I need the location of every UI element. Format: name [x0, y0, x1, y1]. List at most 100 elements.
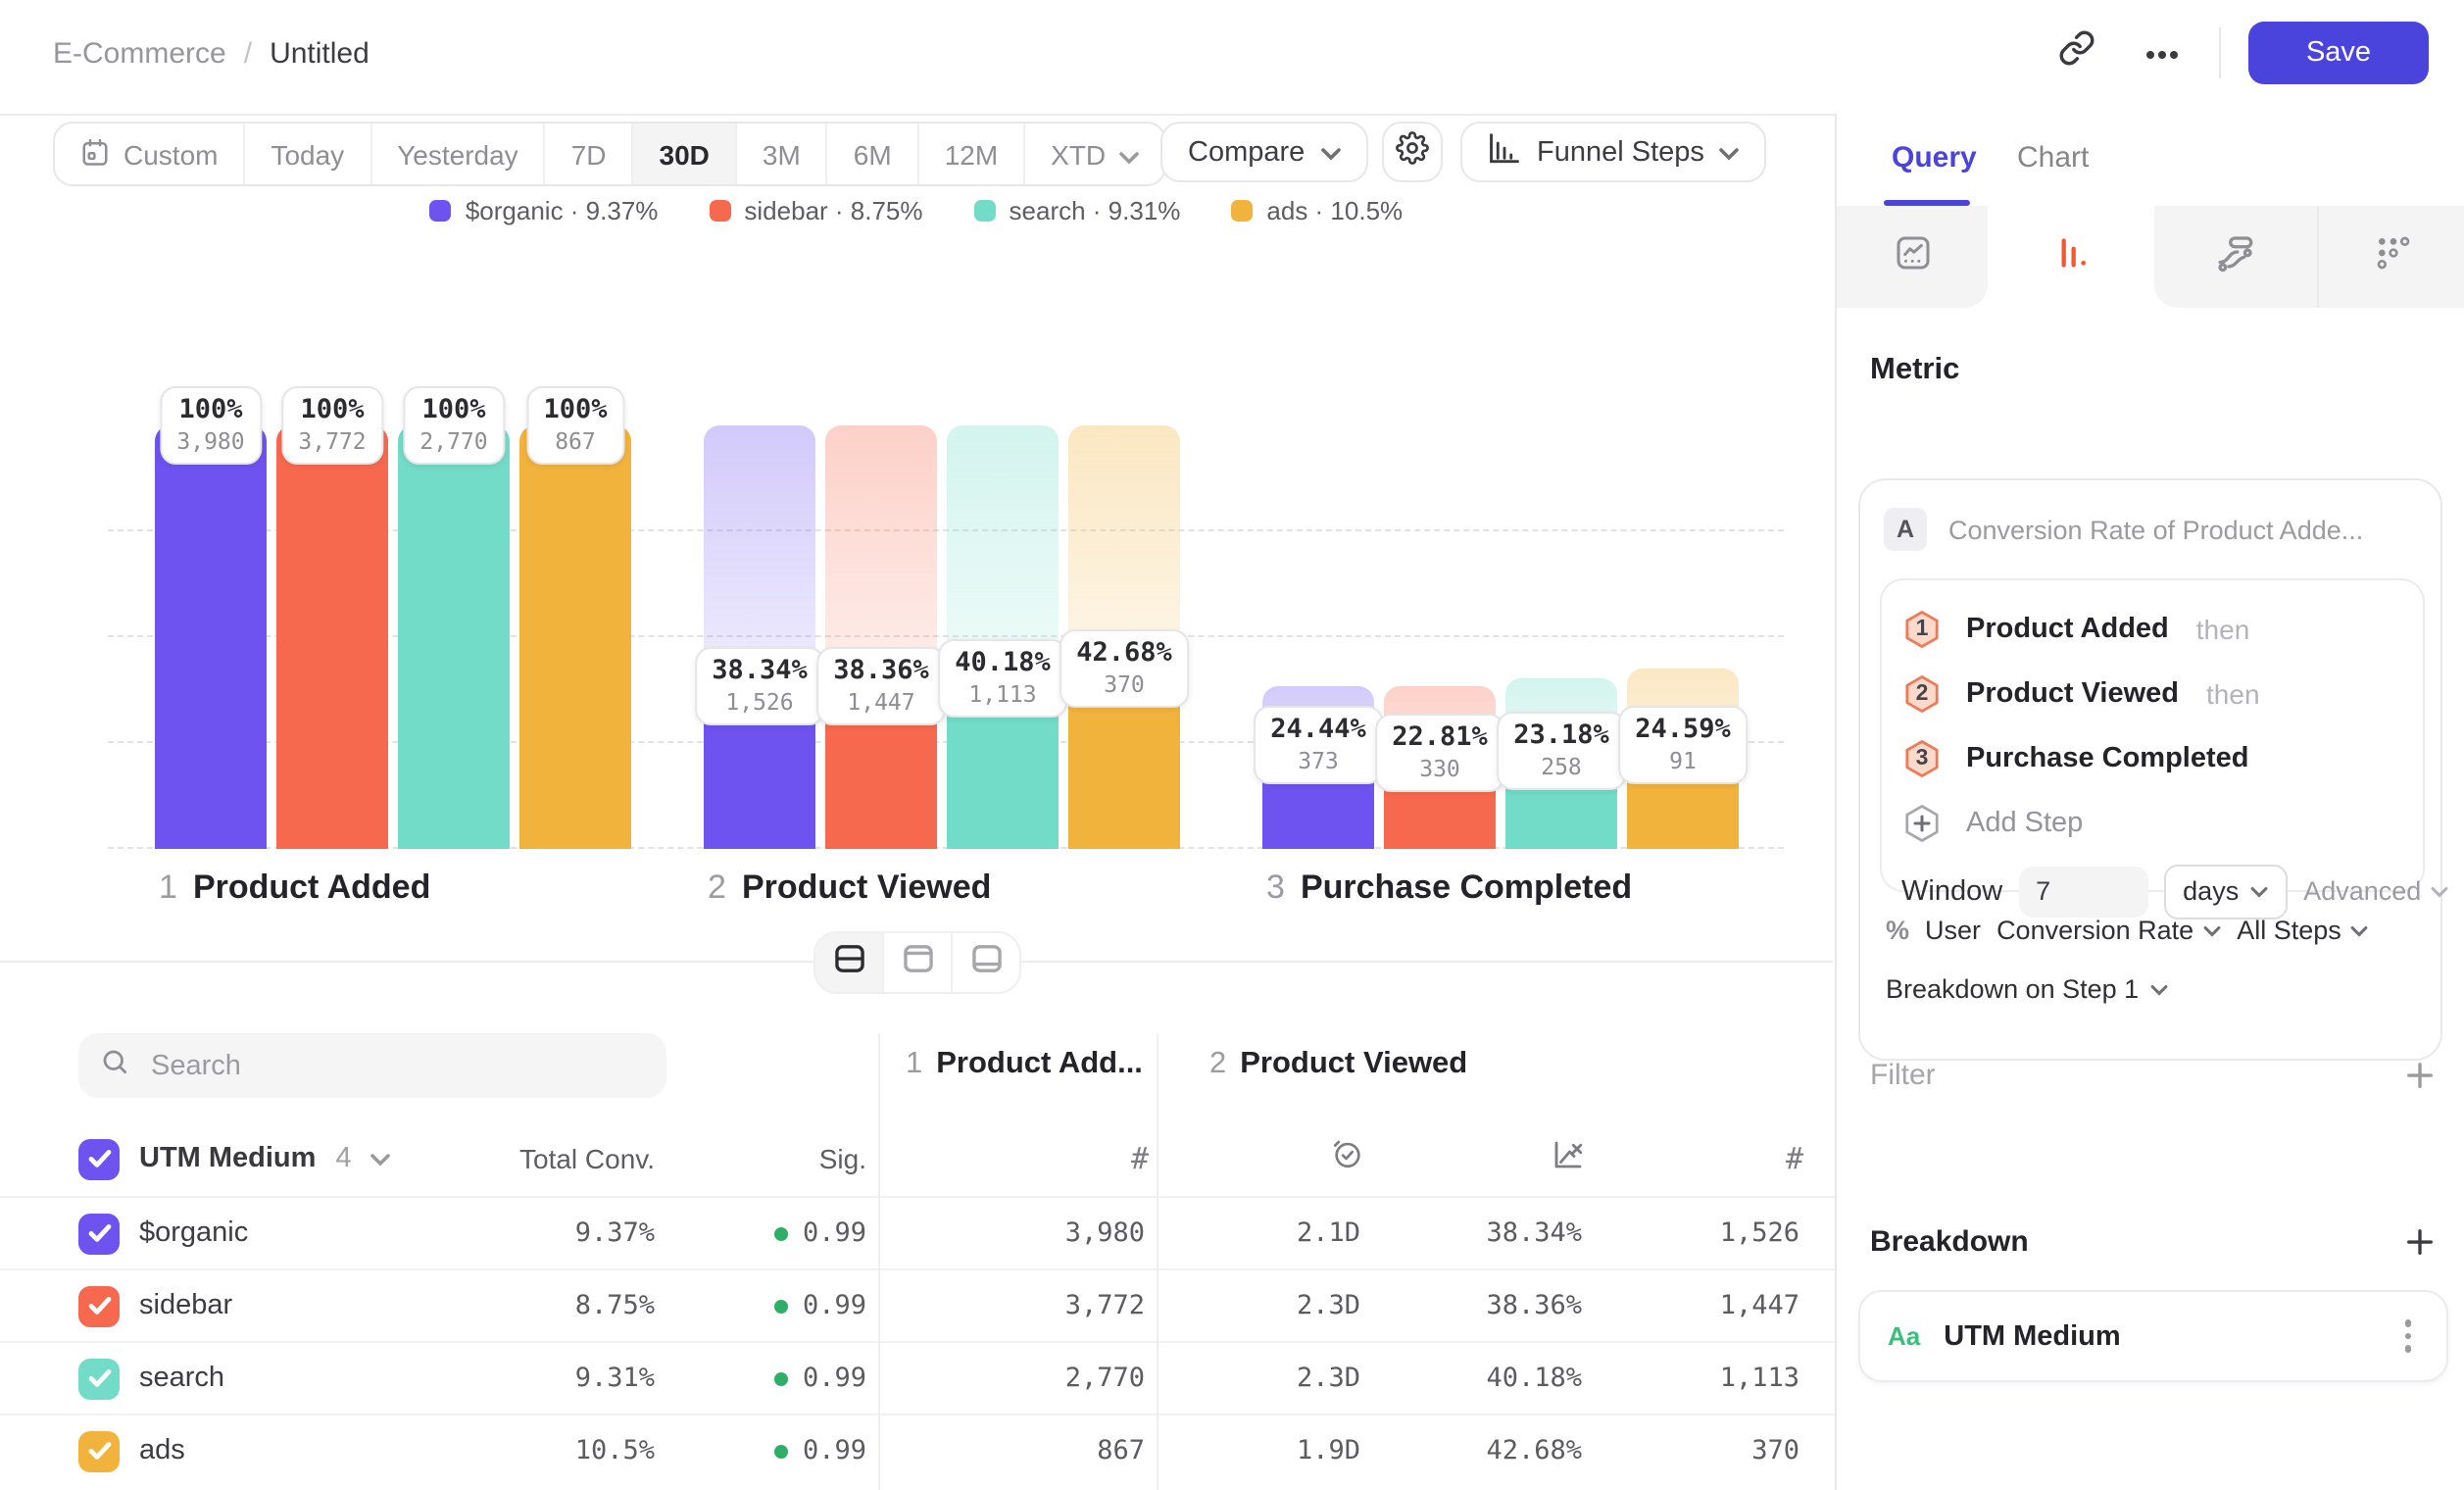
date-range-custom[interactable]: Custom: [55, 124, 245, 184]
chart-type-funnel-tab[interactable]: [1988, 206, 2154, 308]
save-button[interactable]: Save: [2248, 22, 2429, 84]
row-checkbox[interactable]: [78, 1358, 120, 1399]
step2-count-column-header[interactable]: #: [1594, 1141, 1811, 1176]
date-range-6m[interactable]: 6M: [828, 124, 919, 184]
metric-title-row[interactable]: A Conversion Rate of Product Adde...: [1884, 508, 2421, 551]
date-range-label: Custom: [123, 138, 218, 170]
chart-settings-button[interactable]: [1382, 122, 1443, 182]
table-row-search[interactable]: search9.31%0.992,7702.3D40.18%1,113: [0, 1341, 1852, 1414]
bar-organic-step2[interactable]: 38.34%1,526: [704, 425, 815, 849]
breakdown-step-select[interactable]: Breakdown on Step 1: [1886, 974, 2168, 1004]
advanced-toggle[interactable]: Advanced: [2303, 876, 2448, 906]
table-rows: $organic9.37%0.993,9802.1D38.34%1,526sid…: [0, 1196, 1852, 1486]
table-search[interactable]: [78, 1033, 666, 1098]
sig-column-header[interactable]: Sig.: [666, 1143, 878, 1174]
step-axis-label: 2Product Viewed: [708, 869, 991, 908]
funnel-step-2[interactable]: 2 Product Viewed then: [1901, 661, 2403, 725]
table-row-organic[interactable]: $organic9.37%0.993,9802.1D38.34%1,526: [0, 1196, 1852, 1268]
bar-sidebar-step1[interactable]: 100%3,772: [276, 425, 388, 849]
breakdown-property-card[interactable]: Aa UTM Medium: [1858, 1290, 2448, 1382]
legend-item-organic[interactable]: $organic · 9.37%: [430, 196, 659, 225]
bar-search-step1[interactable]: 100%2,770: [398, 425, 510, 849]
avg-time-column-header[interactable]: [1157, 1137, 1372, 1180]
select-all-checkbox[interactable]: [78, 1138, 120, 1179]
legend-item-sidebar[interactable]: sidebar · 8.75%: [709, 196, 922, 225]
bar-solid: [276, 425, 388, 849]
date-range-yesterday[interactable]: Yesterday: [371, 124, 546, 184]
date-range-12m[interactable]: 12M: [919, 124, 1025, 184]
cell-conv-pct: 42.68%: [1372, 1435, 1594, 1466]
row-checkbox[interactable]: [78, 1285, 120, 1326]
conversion-pct-column-header[interactable]: [1372, 1136, 1594, 1181]
funnel-step-3[interactable]: 3 Purchase Completed: [1901, 725, 2403, 790]
search-input[interactable]: [147, 1048, 645, 1083]
step1-count-column-header[interactable]: #: [878, 1141, 1157, 1176]
row-checkbox[interactable]: [78, 1213, 120, 1254]
tab-chart[interactable]: Chart: [2017, 141, 2089, 174]
measurement-row: % User Conversion Rate All Steps: [1886, 916, 2369, 945]
bar-ads-step2[interactable]: 42.68%370: [1068, 425, 1180, 849]
bar-ads-step1[interactable]: 100%867: [519, 425, 631, 849]
table-group-header-step1: 1Product Add...: [906, 1047, 1143, 1082]
compare-button[interactable]: Compare: [1160, 122, 1367, 182]
legend-item-ads[interactable]: ads · 10.5%: [1231, 196, 1403, 225]
cell-total-conv: 9.37%: [510, 1217, 666, 1249]
cell-conv-pct: 38.34%: [1372, 1217, 1594, 1249]
total-conv-column-header[interactable]: Total Conv.: [510, 1143, 666, 1174]
chart-type-retention-tab[interactable]: [2319, 206, 2464, 308]
clock-check-icon: [1331, 1137, 1364, 1180]
tab-query[interactable]: Query: [1892, 141, 1977, 174]
layout-chart-button[interactable]: [884, 933, 953, 992]
bar-ads-step3[interactable]: 24.59%91: [1627, 425, 1739, 849]
legend-label: ads · 10.5%: [1266, 196, 1403, 225]
bar-solid: [398, 425, 510, 849]
window-value-input[interactable]: [2018, 866, 2147, 917]
measure-metric-select[interactable]: Conversion Rate: [1996, 916, 2221, 945]
chevron-down-icon[interactable]: [371, 1143, 391, 1174]
breakdown-column-header[interactable]: UTM Medium: [139, 1143, 316, 1174]
bar-search-step2[interactable]: 40.18%1,113: [947, 425, 1059, 849]
bar-search-step3[interactable]: 23.18%258: [1505, 425, 1617, 849]
chart-type-line-tab[interactable]: [1837, 206, 1988, 308]
topbar-divider: [2219, 27, 2221, 78]
cell-step2-count: 370: [1594, 1435, 1811, 1466]
bar-value-label: 22.81%330: [1374, 713, 1505, 791]
bar-sidebar-step3[interactable]: 22.81%330: [1384, 425, 1496, 849]
add-step-button[interactable]: Add Step: [1901, 790, 2403, 855]
add-filter-button[interactable]: [2405, 1061, 2435, 1090]
app-window: E-Commerce / Untitled Save: [0, 0, 2464, 1490]
breadcrumb-project[interactable]: E-Commerce: [53, 37, 226, 71]
date-range-xtd[interactable]: XTD: [1025, 124, 1164, 184]
link-icon: [2057, 29, 2094, 76]
measure-user[interactable]: User: [1925, 916, 1981, 945]
measure-scope-select[interactable]: All Steps: [2237, 916, 2369, 945]
date-range-7d[interactable]: 7D: [546, 124, 634, 184]
legend-item-search[interactable]: search · 9.31%: [974, 196, 1181, 225]
layout-split-button[interactable]: [815, 933, 884, 992]
kebab-menu-icon[interactable]: [2396, 1313, 2419, 1361]
table-row-ads[interactable]: ads10.5%0.998671.9D42.68%370: [0, 1414, 1852, 1486]
metric-heading: Metric: [1870, 353, 1959, 388]
bar-organic-step1[interactable]: 100%3,980: [155, 425, 267, 849]
sig-dot-icon: [775, 1444, 789, 1458]
step-number-badge: 3: [1901, 735, 1943, 780]
breadcrumb-title[interactable]: Untitled: [270, 37, 370, 71]
add-step-icon: [1901, 800, 1943, 845]
chart-view-selector[interactable]: Funnel Steps: [1460, 122, 1767, 182]
chevron-down-icon: [1320, 136, 1340, 168]
date-range-today[interactable]: Today: [245, 124, 371, 184]
window-unit-select[interactable]: days: [2163, 864, 2288, 919]
bar-organic-step3[interactable]: 24.44%373: [1262, 425, 1374, 849]
date-range-30d[interactable]: 30D: [634, 124, 737, 184]
table-row-sidebar[interactable]: sidebar8.75%0.993,7722.3D38.36%1,447: [0, 1268, 1852, 1341]
layout-table-button[interactable]: [953, 933, 1019, 992]
chart-type-flow-tab[interactable]: [2154, 206, 2319, 308]
bar-sidebar-step2[interactable]: 38.36%1,447: [825, 425, 937, 849]
add-breakdown-button[interactable]: [2405, 1227, 2435, 1257]
more-options-button[interactable]: [2133, 24, 2192, 82]
bar-value-label: 23.18%258: [1496, 712, 1627, 790]
row-checkbox[interactable]: [78, 1430, 120, 1471]
share-link-button[interactable]: [2046, 24, 2105, 82]
funnel-step-1[interactable]: 1 Product Added then: [1901, 596, 2403, 661]
date-range-3m[interactable]: 3M: [737, 124, 828, 184]
